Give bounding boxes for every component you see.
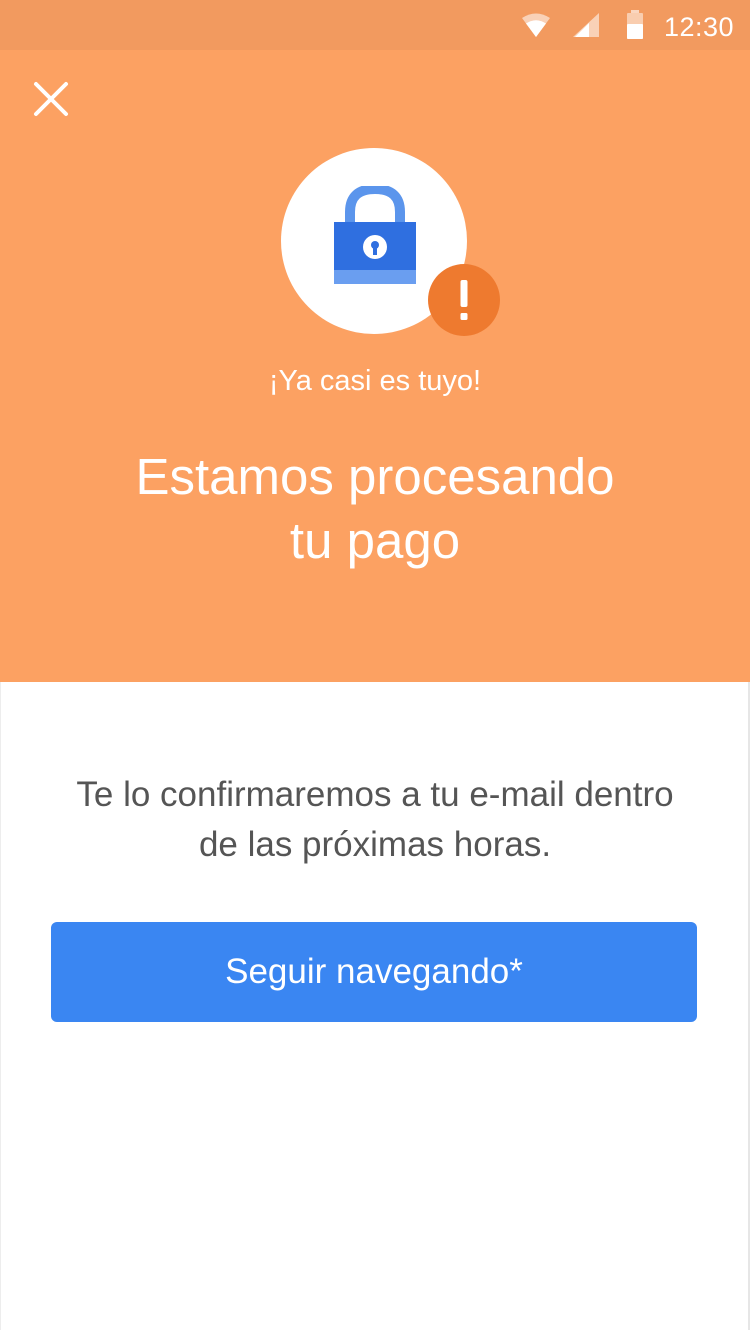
status-time: 12:30 xyxy=(664,12,735,42)
status-bar: 12:30 xyxy=(0,0,750,50)
confirmation-message: Te lo confirmaremos a tu e-mail dentro d… xyxy=(40,770,710,870)
title-line-1: Estamos procesando xyxy=(135,448,615,505)
message-line-2: de las próximas horas. xyxy=(198,825,552,864)
payment-processing-screen: 12:30 ¡Ya casi es tuyo! Estamos procesan… xyxy=(0,0,750,1330)
subtitle: ¡Ya casi es tuyo! xyxy=(268,365,482,397)
frame-edge-left xyxy=(0,682,1,1330)
message-line-1: Te lo confirmaremos a tu e-mail dentro xyxy=(76,775,674,814)
alert-icon xyxy=(460,280,468,320)
page-title: Estamos procesando tu pago xyxy=(100,445,650,573)
alert-badge xyxy=(428,264,500,336)
title-line-2: tu pago xyxy=(289,512,461,569)
close-button[interactable] xyxy=(24,72,78,126)
continue-browsing-button[interactable]: Seguir navegando* xyxy=(51,922,697,1022)
wifi-icon xyxy=(522,13,550,37)
close-icon xyxy=(34,82,68,116)
lock-icon xyxy=(334,186,416,284)
battery-icon xyxy=(627,10,643,39)
signal-icon xyxy=(573,13,599,37)
